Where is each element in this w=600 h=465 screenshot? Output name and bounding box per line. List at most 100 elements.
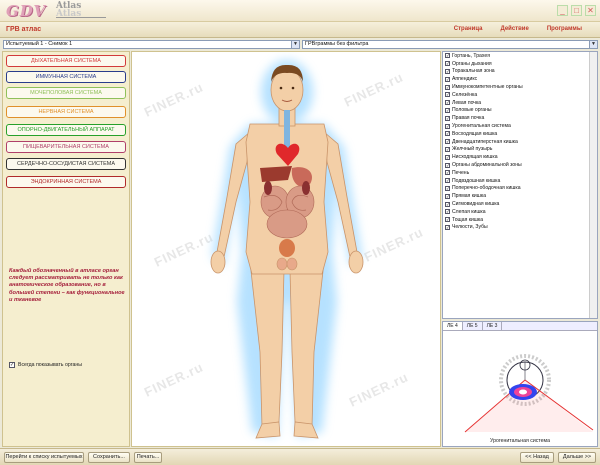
- menu-bar: ГРВ атлас Страница Действие Программы: [0, 22, 600, 38]
- organ-label: Слепая кишка: [452, 208, 486, 215]
- menu-page[interactable]: Страница: [454, 26, 483, 32]
- system-urogenital-button[interactable]: МОЧЕПОЛОВАЯ СИСТЕМА: [6, 87, 126, 99]
- organ-list-item[interactable]: ✓ Торакальная зона: [443, 68, 597, 76]
- system-digestive-button[interactable]: ПИЩЕВАРИТЕЛЬНАЯ СИСТЕМА: [6, 141, 126, 153]
- always-show-checkbox[interactable]: ✓: [9, 362, 15, 368]
- organ-label: Урогенитальная система: [452, 123, 511, 130]
- organ-label: Гортань, Трахея: [452, 52, 490, 59]
- organ-list-item[interactable]: ✓ Гортань, Трахея: [443, 52, 597, 60]
- minimize-icon[interactable]: _: [557, 5, 568, 16]
- organ-list-item[interactable]: ✓ Органы абдоминальной зоны: [443, 161, 597, 169]
- organ-checkbox[interactable]: ✓: [445, 61, 450, 67]
- human-body-figure[interactable]: [132, 52, 441, 447]
- organ-list-item[interactable]: ✓ Тощая кишка: [443, 216, 597, 224]
- organ-checkbox[interactable]: ✓: [445, 68, 450, 74]
- organ-label: Иммунокомпетентные органы: [452, 84, 523, 91]
- organ-list-item[interactable]: ✓ Правая почка: [443, 114, 597, 122]
- organ-list-item[interactable]: ✓ Поперечно-ободочная кишка: [443, 185, 597, 193]
- chevron-down-icon[interactable]: ▼: [589, 41, 597, 48]
- subject-select[interactable]: Испытуемый 1 - Снимок 1 ▼: [3, 40, 300, 49]
- organ-checkbox[interactable]: ✓: [445, 209, 450, 215]
- diag-tab-2[interactable]: ЛЕ 5: [463, 322, 483, 330]
- system-cardiovascular-button[interactable]: СЕРДЕЧНО-СОСУДИСТАЯ СИСТЕМА: [6, 158, 126, 170]
- organ-checkbox[interactable]: ✓: [445, 201, 450, 207]
- organ-checkbox[interactable]: ✓: [445, 131, 450, 137]
- organ-checkbox[interactable]: ✓: [445, 170, 450, 176]
- organ-checkbox[interactable]: ✓: [445, 193, 450, 199]
- organ-checkbox[interactable]: ✓: [445, 162, 450, 168]
- organ-label: Правая почка: [452, 115, 485, 122]
- subject-select-value: Испытуемый 1 - Снимок 1: [6, 41, 73, 47]
- organ-checkbox[interactable]: ✓: [445, 115, 450, 121]
- organ-list-item[interactable]: ✓ Двенадцатиперстная кишка: [443, 138, 597, 146]
- filter-select[interactable]: ГРВграммы без фильтра ▼: [302, 40, 598, 49]
- diag-tab-1[interactable]: ЛЕ 4: [443, 322, 463, 330]
- chevron-down-icon[interactable]: ▼: [291, 41, 299, 48]
- organ-list-item[interactable]: ✓ Челюсти, Зубы: [443, 224, 597, 232]
- organ-list-item[interactable]: ✓ Урогенитальная система: [443, 122, 597, 130]
- organ-list-item[interactable]: ✓ Селезёнка: [443, 91, 597, 99]
- system-respiratory-button[interactable]: ДЫХАТЕЛЬНАЯ СИСТЕМА: [6, 55, 126, 67]
- organ-list-item[interactable]: ✓ Прямая кишка: [443, 192, 597, 200]
- diagnostic-panel: ЛЕ 4 ЛЕ 5 ЛЕ 3 Урогенитальная система: [442, 321, 598, 447]
- organ-checkbox[interactable]: ✓: [445, 139, 450, 145]
- organ-checkbox[interactable]: ✓: [445, 84, 450, 90]
- organ-list-item[interactable]: ✓ Иммунокомпетентные органы: [443, 83, 597, 91]
- organ-list-item[interactable]: ✓ Сигмовидная кишка: [443, 200, 597, 208]
- menu-action[interactable]: Действие: [500, 26, 528, 32]
- organ-list-item[interactable]: ✓ Слепая кишка: [443, 208, 597, 216]
- organ-list-item[interactable]: ✓ Половые органы: [443, 107, 597, 115]
- organ-checkbox[interactable]: ✓: [445, 146, 450, 152]
- organ-list-item[interactable]: ✓ Желчный пузырь: [443, 146, 597, 154]
- system-immune-button[interactable]: ИММУННАЯ СИСТЕМА: [6, 71, 126, 83]
- system-nervous-button[interactable]: НЕРВНАЯ СИСТЕМА: [6, 106, 126, 118]
- organ-list-scrollbar[interactable]: [589, 52, 597, 318]
- title-bar: GDV Atlas Atlas _ □ ✕: [0, 0, 600, 22]
- organ-list-item[interactable]: ✓ Нисходящая кишка: [443, 153, 597, 161]
- system-musculoskeletal-button[interactable]: ОПОРНО-ДВИГАТЕЛЬНЫЙ АППАРАТ: [6, 124, 126, 136]
- organ-label: Прямая кишка: [452, 193, 487, 200]
- organ-checkbox[interactable]: ✓: [445, 224, 450, 230]
- organ-list-item[interactable]: ✓ Аппендикс: [443, 75, 597, 83]
- back-button[interactable]: << Назад: [520, 452, 554, 463]
- organ-label: Торакальная зона: [452, 68, 495, 75]
- organ-checkbox[interactable]: ✓: [445, 123, 450, 129]
- print-button[interactable]: Печать...: [134, 452, 162, 463]
- organ-list-item[interactable]: ✓ Подвздошная кишка: [443, 177, 597, 185]
- organ-checkbox[interactable]: ✓: [445, 107, 450, 113]
- close-icon[interactable]: ✕: [585, 5, 596, 16]
- systems-panel: ДЫХАТЕЛЬНАЯ СИСТЕМА ИММУННАЯ СИСТЕМА МОЧ…: [2, 51, 130, 447]
- organ-checkbox[interactable]: ✓: [445, 53, 450, 59]
- organ-checkbox[interactable]: ✓: [445, 154, 450, 160]
- organ-checkbox[interactable]: ✓: [445, 76, 450, 82]
- organ-list-item[interactable]: ✓ Печень: [443, 169, 597, 177]
- organ-label: Двенадцатиперстная кишка: [452, 138, 518, 145]
- organ-checkbox[interactable]: ✓: [445, 92, 450, 98]
- organ-label: Желчный пузырь: [452, 146, 493, 153]
- organ-list-item[interactable]: ✓ Левая почка: [443, 99, 597, 107]
- save-button[interactable]: Сохранить...: [88, 452, 130, 463]
- maximize-icon[interactable]: □: [571, 5, 582, 16]
- organ-label: Тощая кишка: [452, 216, 484, 223]
- always-show-organs[interactable]: ✓ Всегда показывать органы: [9, 362, 82, 368]
- filter-select-value: ГРВграммы без фильтра: [305, 41, 369, 47]
- organ-label: Поперечно-ободочная кишка: [452, 185, 521, 192]
- system-endocrine-button[interactable]: ЭНДОКРИННАЯ СИСТЕМА: [6, 176, 126, 188]
- diag-caption: Урогенитальная система: [490, 438, 550, 444]
- go-to-subjects-button[interactable]: Перейти к списку испытуемых: [4, 452, 84, 463]
- next-button[interactable]: Дальше >>: [558, 452, 596, 463]
- gdv-image: [464, 354, 594, 433]
- organ-checkbox[interactable]: ✓: [445, 178, 450, 184]
- diag-tabs: ЛЕ 4 ЛЕ 5 ЛЕ 3: [443, 322, 597, 331]
- organ-checkbox[interactable]: ✓: [445, 185, 450, 191]
- organ-checkbox[interactable]: ✓: [445, 100, 450, 106]
- logo-underline: [56, 17, 106, 18]
- organ-checkbox[interactable]: ✓: [445, 217, 450, 223]
- menu-programs[interactable]: Программы: [547, 26, 582, 32]
- logo-atlas-text: Atlas Atlas: [56, 1, 82, 19]
- organ-list-item[interactable]: ✓ Восходящая кишка: [443, 130, 597, 138]
- organ-list-item[interactable]: ✓ Органы дыхания: [443, 60, 597, 68]
- organ-label: Органы абдоминальной зоны: [452, 162, 522, 169]
- organ-list: ✓ Гортань, Трахея ✓ Органы дыхания ✓ Торакаль…: [442, 51, 598, 319]
- diag-tab-3[interactable]: ЛЕ 3: [483, 322, 503, 330]
